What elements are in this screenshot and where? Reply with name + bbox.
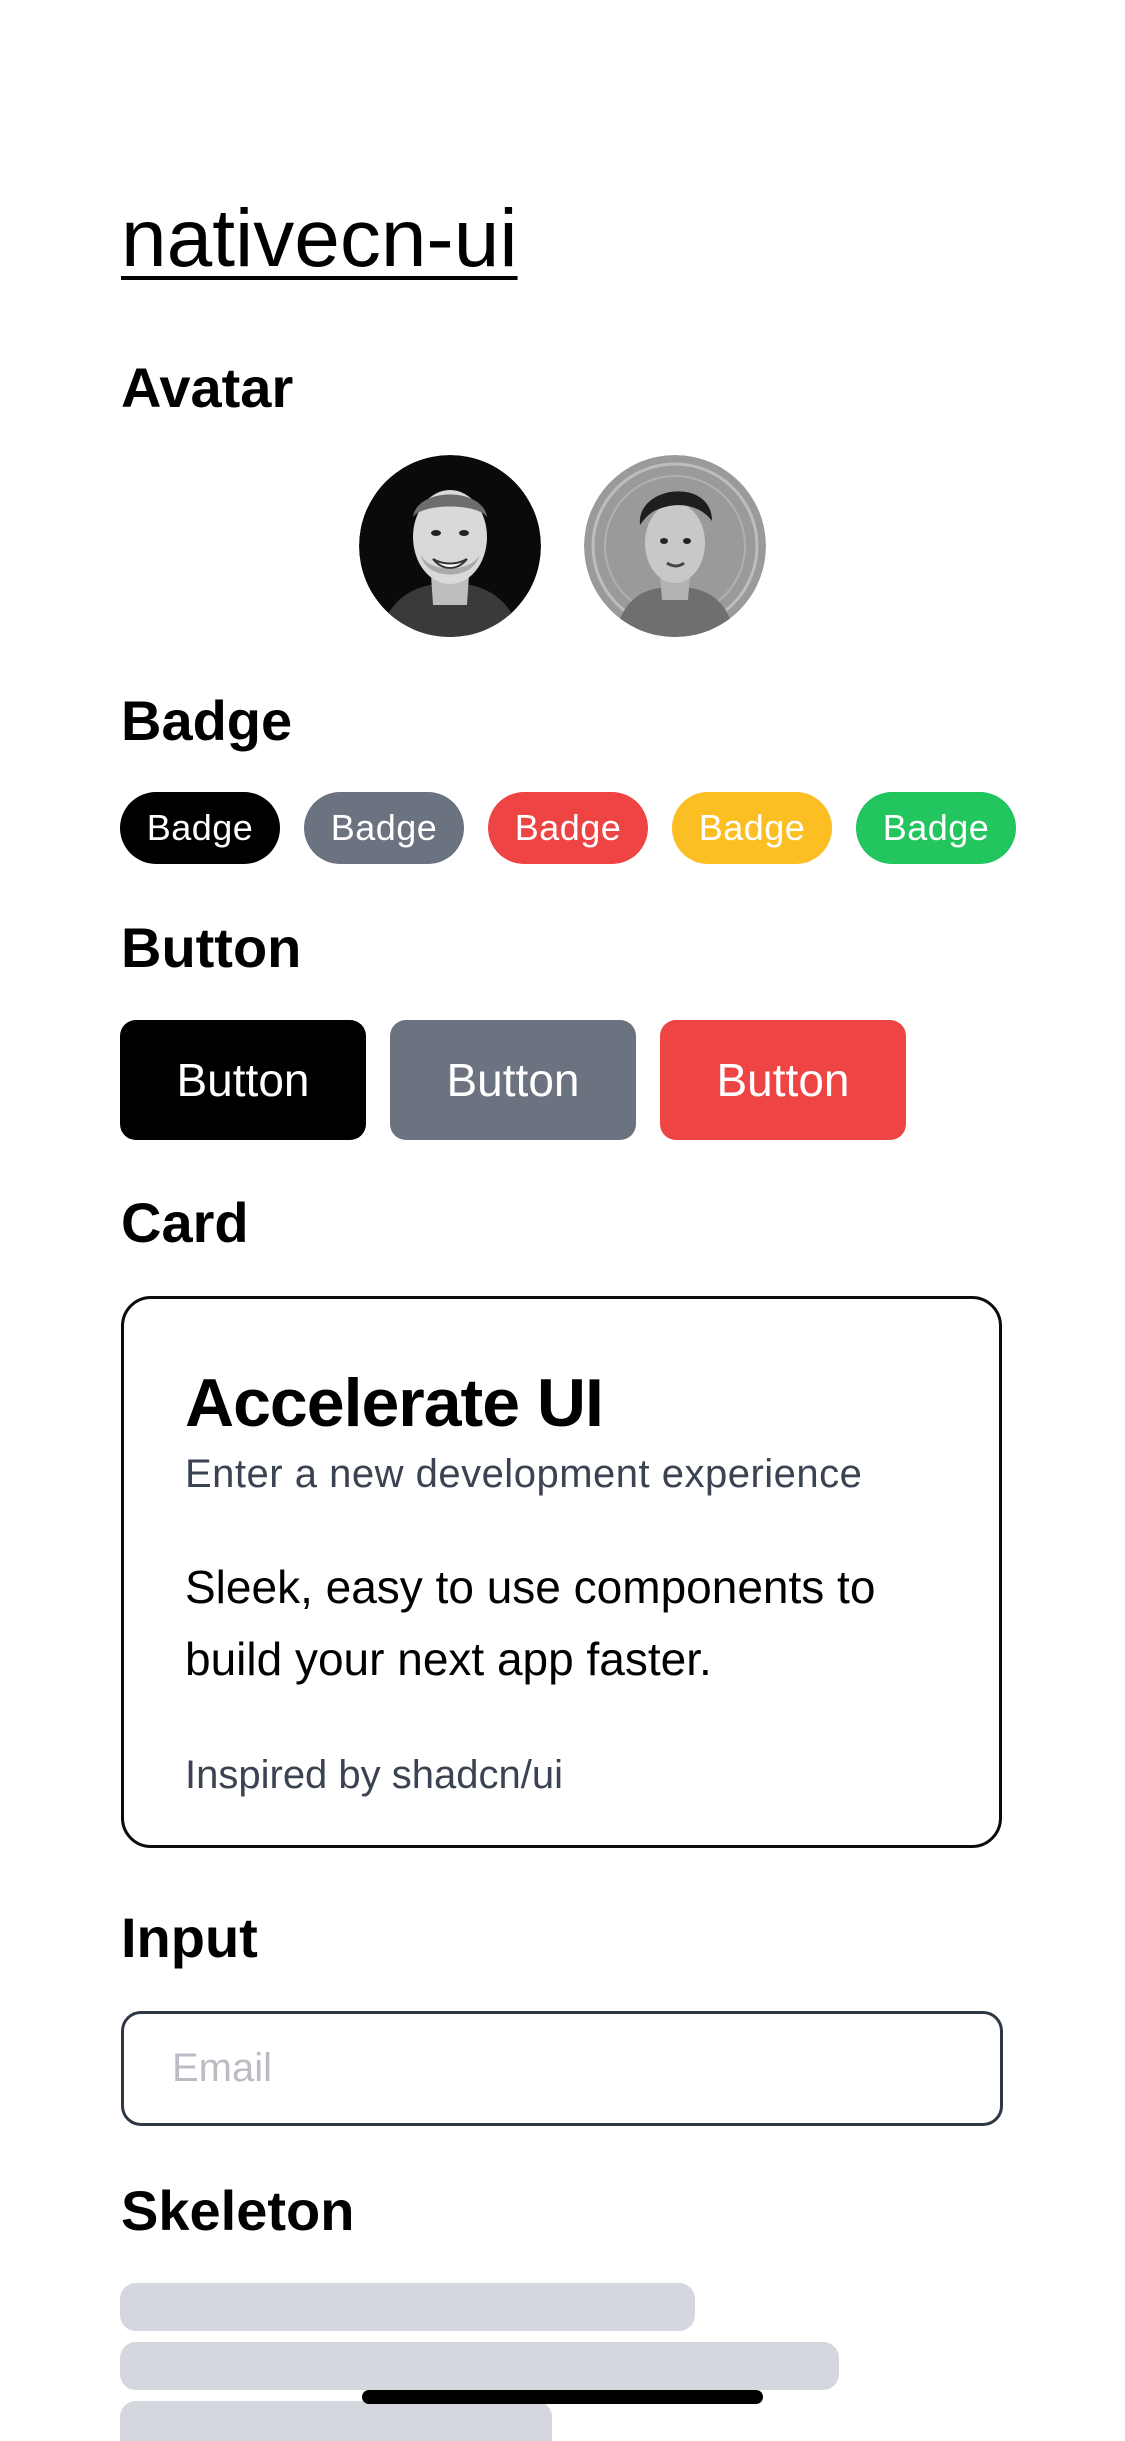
card-footer: Inspired by shadcn/ui: [185, 1753, 564, 1797]
avatar-man-smiling[interactable]: [359, 455, 541, 637]
badge-destructive: Badge: [488, 792, 648, 864]
card-title: Accelerate UI: [185, 1365, 604, 1441]
card: Accelerate UI Enter a new development ex…: [121, 1296, 1002, 1848]
app-title: nativecn-ui: [121, 193, 518, 284]
card-content: Sleek, easy to use components to build y…: [185, 1561, 876, 1685]
section-title-avatar: Avatar: [121, 356, 294, 419]
button-destructive[interactable]: Button: [660, 1020, 906, 1140]
section-title-skeleton: Skeleton: [121, 2179, 355, 2242]
badge-default: Badge: [120, 792, 280, 864]
button-secondary[interactable]: Button: [390, 1020, 636, 1140]
avatar-young-man[interactable]: [584, 455, 766, 637]
skeleton-line-3: [120, 2401, 552, 2441]
home-indicator[interactable]: [362, 2390, 763, 2404]
button-row: Button Button Button: [120, 1020, 906, 1140]
button-default[interactable]: Button: [120, 1020, 366, 1140]
badge-warning: Badge: [672, 792, 832, 864]
skeleton-line-2: [120, 2342, 839, 2390]
email-input[interactable]: [121, 2011, 1003, 2126]
section-title-badge: Badge: [121, 689, 293, 752]
badge-secondary: Badge: [304, 792, 464, 864]
section-title-input: Input: [121, 1906, 258, 1969]
section-title-card: Card: [121, 1191, 249, 1254]
badge-row: Badge Badge Badge Badge Badge: [120, 792, 1016, 864]
section-title-button: Button: [121, 916, 302, 979]
avatar-photo-1: [359, 455, 541, 637]
skeleton-line-1: [120, 2283, 695, 2331]
avatar-photo-2: [584, 455, 766, 637]
badge-success: Badge: [856, 792, 1016, 864]
card-description: Enter a new development experience: [185, 1452, 863, 1496]
